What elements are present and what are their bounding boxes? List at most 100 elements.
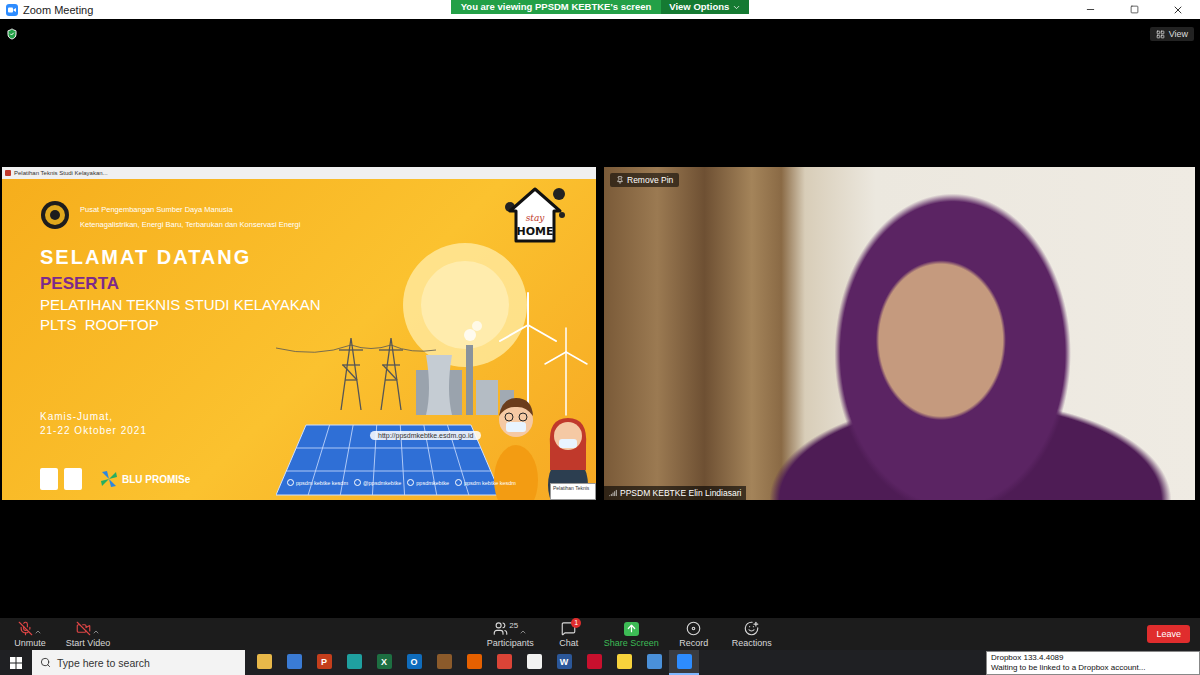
esdm-logo-icon	[40, 200, 70, 230]
tooltip-text: Waiting to be linked to a Dropbox accoun…	[991, 663, 1195, 673]
taskbar: Type here to search P XO W Dropbox 133.4.408…	[0, 650, 1200, 675]
caret-up-icon[interactable]	[34, 628, 42, 636]
app-icon: W	[557, 654, 572, 669]
zoom-window: Zoom Meeting You are viewing PPSDM KEBTKE…	[0, 0, 1200, 675]
share-button[interactable]: Share Screen	[601, 621, 662, 648]
taskbar-app[interactable]	[249, 650, 279, 675]
dropbox-tooltip: Dropbox 133.4.4089Waiting to be linked t…	[986, 651, 1200, 675]
social-icon	[354, 479, 361, 486]
cert-logo-icon	[40, 468, 58, 490]
share-screen-icon	[624, 622, 639, 636]
training-title: PELATIHAN TEKNIS STUDI KELAYAKAN	[40, 295, 596, 315]
training-title: PLTS ROOFTOP	[40, 315, 596, 335]
taskbar-app[interactable]	[339, 650, 369, 675]
app-icon: O	[407, 654, 422, 669]
minimize-button[interactable]	[1068, 0, 1112, 19]
social-item: ppsdm kebtke kesdm	[455, 479, 516, 486]
video-button[interactable]: Start Video	[62, 621, 114, 648]
participant-count: 25	[509, 621, 518, 630]
social-icon	[455, 479, 462, 486]
pin-icon	[616, 176, 624, 184]
taskbar-app[interactable]	[279, 650, 309, 675]
taskbar-app[interactable]: O	[399, 650, 429, 675]
window-controls	[1068, 0, 1200, 19]
taskbar-app[interactable]	[579, 650, 609, 675]
tool-label: Participants	[487, 638, 534, 648]
shared-window-title: Pelatihan Teknis Studi Kelayakan...	[2, 167, 596, 179]
viewing-banner: You are viewing PPSDM KEBTKE's screenVie…	[451, 0, 750, 14]
app-icon	[497, 654, 512, 669]
participants-button[interactable]: 25 Participants	[484, 621, 537, 648]
view-button[interactable]: View	[1150, 27, 1194, 41]
app-icon	[437, 654, 452, 669]
window-title-text: Zoom Meeting	[23, 4, 93, 16]
taskbar-app[interactable]: W	[549, 650, 579, 675]
social-row: ppsdm kebtke kesdm @ppsdmkebtke ppsdmkebtk…	[287, 479, 516, 486]
tool-icon-row	[76, 621, 100, 636]
social-icon	[287, 479, 294, 486]
svg-text:stay: stay	[526, 213, 546, 223]
slide-title: SELAMAT DATANGPESERTAPELATIHAN TEKNIS ST…	[40, 245, 596, 335]
reactions-button[interactable]: Reactions	[726, 621, 778, 648]
audio-video-group: Unmute Start Video	[4, 621, 114, 648]
meeting-actions: 25 Participants 1ChatShare ScreenRecordRea…	[484, 621, 778, 648]
date-line: Kamis-Jumat,	[40, 411, 596, 422]
taskbar-apps: P XO W	[245, 650, 699, 675]
mini-window[interactable]: Pelatihan Teknis	[550, 483, 596, 500]
org-line: Pusat Pengembangan Sumber Daya Manusia	[80, 205, 300, 214]
participant-video: Remove Pin PPSDM KEBTKE Elin Lindiasari	[604, 167, 1195, 500]
app-icon: P	[317, 654, 332, 669]
taskbar-app[interactable]: X	[369, 650, 399, 675]
date-line: 21-22 Oktober 2021	[40, 425, 596, 436]
taskbar-app[interactable]	[609, 650, 639, 675]
social-item: ppsdmkebtke	[407, 479, 449, 486]
leave-button[interactable]: Leave	[1147, 625, 1190, 643]
taskbar-app[interactable]	[639, 650, 669, 675]
energy-illustration	[276, 230, 596, 500]
participant-name: PPSDM KEBTKE Elin Lindiasari	[604, 486, 746, 500]
app-icon: X	[377, 654, 392, 669]
app-icon	[527, 654, 542, 669]
close-button[interactable]	[1156, 0, 1200, 19]
record-button[interactable]: Record	[668, 621, 720, 648]
view-options-button[interactable]: View Options	[661, 0, 749, 14]
search-placeholder: Type here to search	[57, 657, 150, 669]
taskbar-app[interactable]	[669, 650, 699, 675]
windows-icon	[10, 657, 22, 669]
shared-screen: Pelatihan Teknis Studi Kelayakan... Pusat…	[2, 167, 596, 500]
app-icon	[5, 170, 11, 176]
logo-row: BLU PROMISe	[40, 468, 596, 490]
shield-icon[interactable]	[6, 28, 18, 40]
tool-label: Start Video	[66, 638, 110, 648]
remove-pin-button[interactable]: Remove Pin	[610, 173, 679, 187]
taskbar-search[interactable]: Type here to search	[32, 650, 245, 675]
meeting-toolbar: Unmute Start Video 25 Participants 1ChatShar…	[0, 618, 1200, 650]
chevron-down-icon	[732, 3, 741, 12]
chat-button[interactable]: 1Chat	[543, 621, 595, 648]
caret-up-icon[interactable]	[92, 628, 100, 636]
taskbar-app[interactable]	[459, 650, 489, 675]
zoom-logo-icon	[6, 4, 18, 16]
app-icon	[467, 654, 482, 669]
minimize-icon	[1085, 4, 1096, 15]
mic-button[interactable]: Unmute	[4, 621, 56, 648]
taskbar-app[interactable]: P	[309, 650, 339, 675]
start-button[interactable]	[0, 650, 32, 675]
maximize-button[interactable]	[1112, 0, 1156, 19]
panes: Pelatihan Teknis Studi Kelayakan... Pusat…	[2, 167, 1195, 500]
stay-home-badge: stayHOME	[504, 185, 566, 245]
partner-logo: BLU PROMISe	[100, 470, 190, 488]
taskbar-app[interactable]	[519, 650, 549, 675]
reactions-icon	[744, 621, 759, 636]
cert-logo-icon	[64, 468, 82, 490]
social-item: @ppsdmkebtke	[354, 479, 401, 486]
maximize-icon	[1130, 5, 1139, 14]
taskbar-app[interactable]	[489, 650, 519, 675]
social-icon	[407, 479, 414, 486]
caret-up-icon[interactable]	[519, 628, 527, 636]
close-icon	[1172, 4, 1184, 16]
title-bar: Zoom Meeting You are viewing PPSDM KEBTKE…	[0, 0, 1200, 19]
tooltip-title: Dropbox 133.4.4089	[991, 653, 1195, 663]
taskbar-app[interactable]	[429, 650, 459, 675]
app-icon	[287, 654, 302, 669]
